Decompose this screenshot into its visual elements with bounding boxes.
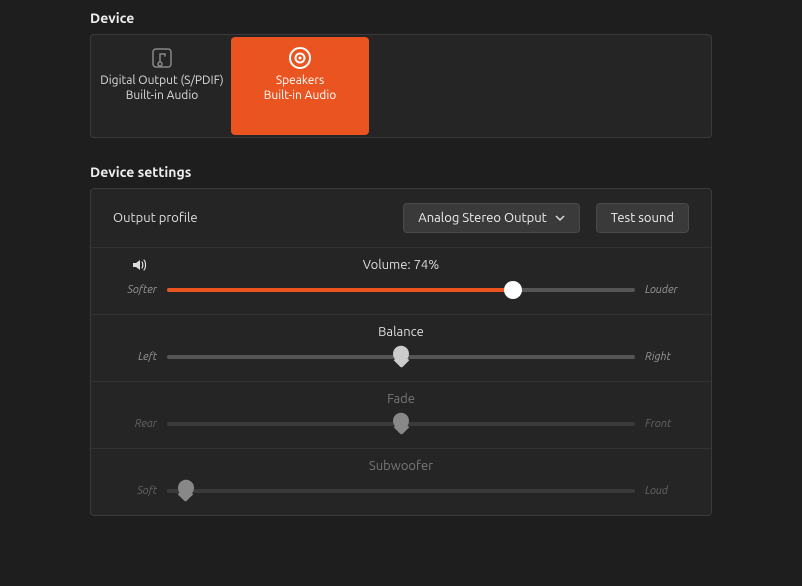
balance-thumb[interactable]: [393, 346, 409, 362]
output-profile-label: Output profile: [113, 211, 198, 225]
fade-left-label: Rear: [113, 418, 157, 430]
output-profile-row: Output profile Analog Stereo Output Test…: [91, 189, 711, 248]
output-profile-dropdown[interactable]: Analog Stereo Output: [403, 203, 580, 233]
subwoofer-row: Subwoofer Soft Loud: [91, 449, 711, 515]
volume-title: Volume: 74%: [363, 258, 439, 272]
volume-icon: [131, 257, 147, 273]
subwoofer-slider[interactable]: [167, 481, 635, 501]
volume-right-label: Louder: [645, 284, 689, 296]
balance-left-label: Left: [113, 351, 157, 363]
balance-row: Balance Left Right: [91, 315, 711, 382]
device-title: Speakers: [276, 73, 324, 88]
subwoofer-thumb[interactable]: [178, 480, 194, 496]
volume-slider[interactable]: [167, 280, 635, 300]
device-list: Digital Output (S/PDIF) Built-in Audio S…: [90, 34, 712, 138]
balance-title: Balance: [378, 325, 424, 339]
subwoofer-title: Subwoofer: [369, 459, 433, 473]
balance-slider[interactable]: [167, 347, 635, 367]
volume-thumb[interactable]: [504, 281, 522, 299]
device-settings-panel: Output profile Analog Stereo Output Test…: [90, 188, 712, 516]
volume-row: Volume: 74% Softer Louder: [91, 248, 711, 315]
fade-thumb[interactable]: [393, 413, 409, 429]
speaker-icon: [287, 43, 313, 73]
fade-slider[interactable]: [167, 414, 635, 434]
device-subtitle: Built-in Audio: [264, 88, 337, 103]
subwoofer-left-label: Soft: [113, 485, 157, 497]
fade-right-label: Front: [645, 418, 689, 430]
output-profile-value: Analog Stereo Output: [418, 211, 547, 225]
fade-title: Fade: [387, 392, 415, 406]
device-subtitle: Built-in Audio: [126, 88, 199, 103]
music-note-icon: [150, 43, 174, 73]
volume-left-label: Softer: [113, 284, 157, 296]
device-title: Digital Output (S/PDIF): [100, 73, 223, 88]
device-card-spdif[interactable]: Digital Output (S/PDIF) Built-in Audio: [93, 37, 231, 135]
subwoofer-right-label: Loud: [645, 485, 689, 497]
chevron-down-icon: [555, 213, 565, 223]
settings-section-title: Device settings: [90, 164, 802, 180]
balance-right-label: Right: [645, 351, 689, 363]
device-section-title: Device: [90, 10, 802, 26]
fade-row: Fade Rear Front: [91, 382, 711, 449]
test-sound-button[interactable]: Test sound: [596, 203, 689, 233]
device-card-speakers[interactable]: Speakers Built-in Audio: [231, 37, 369, 135]
